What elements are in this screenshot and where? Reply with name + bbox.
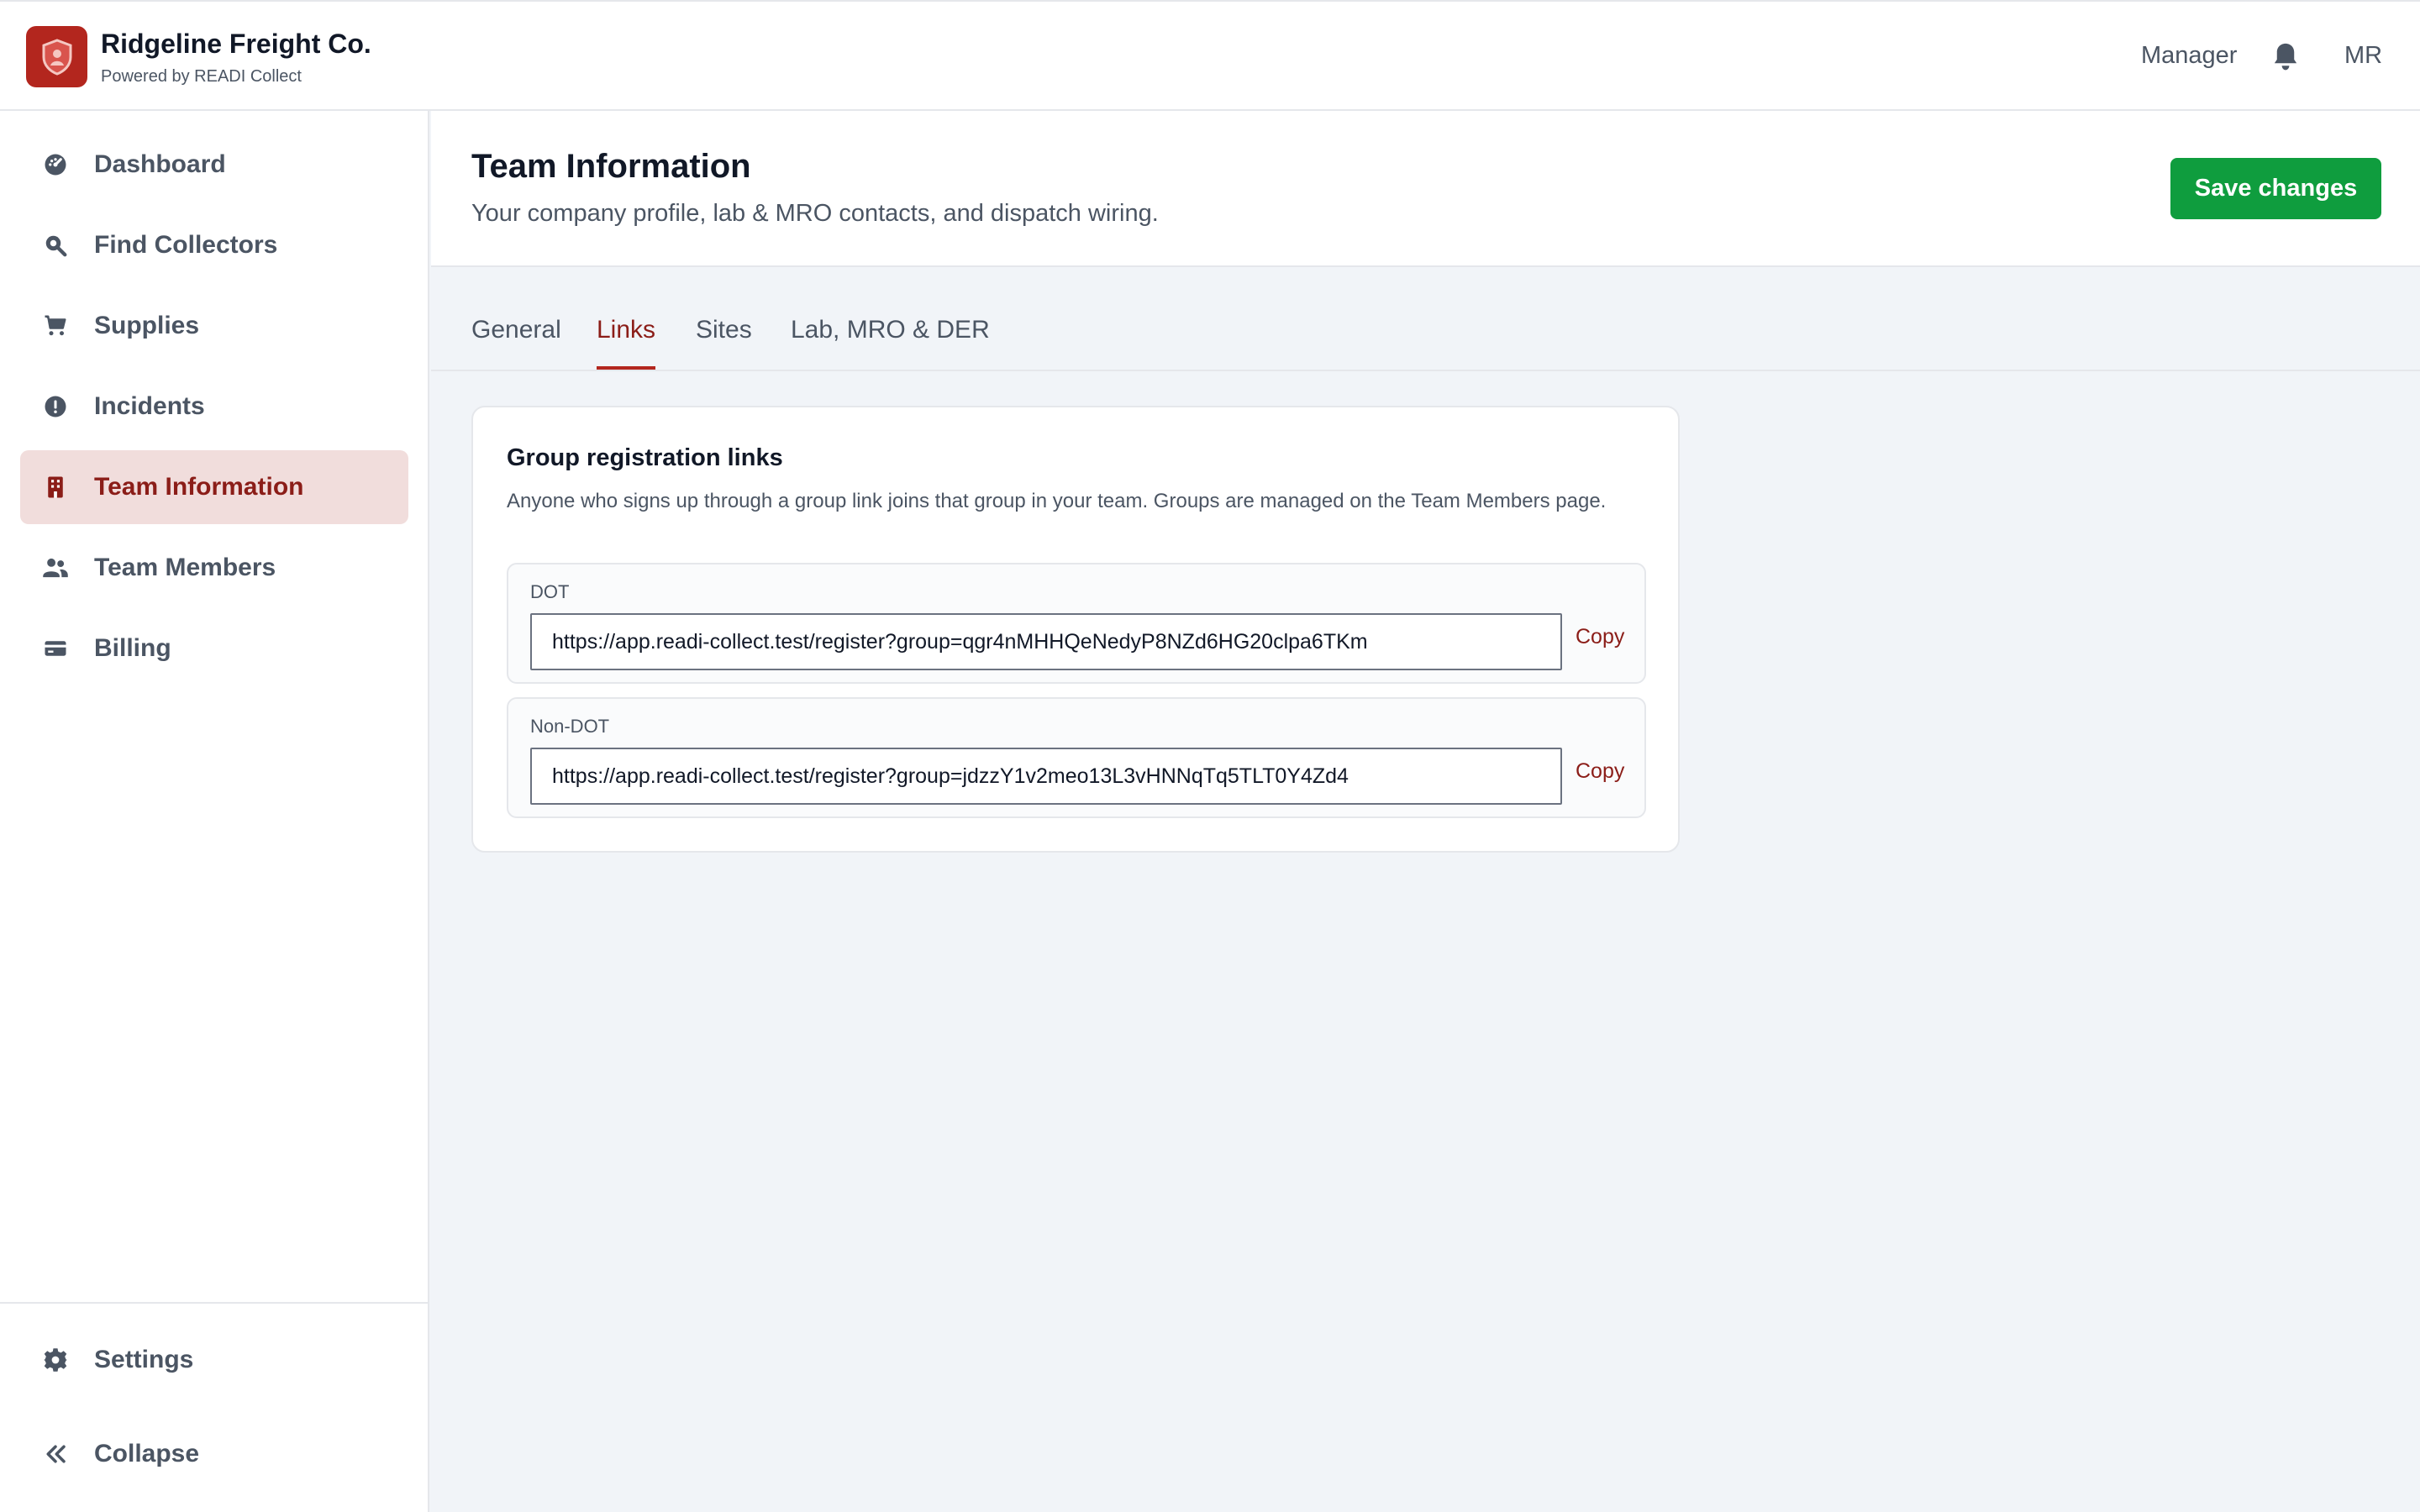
sidebar-item-dashboard[interactable]: Dashboard — [20, 128, 408, 202]
dot-link-group: DOT Copy — [507, 563, 1646, 684]
tab-links[interactable]: Links — [597, 316, 656, 370]
collapse-sidebar-button[interactable]: Collapse — [20, 1417, 408, 1491]
sidebar-item-settings[interactable]: Settings — [20, 1323, 408, 1397]
sidebar: Dashboard Find Collectors Supplies Incid… — [0, 111, 429, 1512]
sidebar-item-label: Incidents — [94, 392, 205, 420]
dashboard-icon — [42, 151, 69, 178]
group-registration-links-card: Group registration links Anyone who sign… — [471, 406, 1680, 853]
tab-bar: General Links Sites Lab, MRO & DER — [431, 267, 2420, 371]
sidebar-item-label: Find Collectors — [94, 231, 278, 259]
powered-by: Powered by READI Collect — [101, 67, 302, 86]
sidebar-divider — [0, 1302, 429, 1304]
gear-icon — [42, 1347, 69, 1373]
settings-label: Settings — [94, 1346, 194, 1373]
sidebar-item-incidents[interactable]: Incidents — [20, 370, 408, 444]
bell-icon[interactable] — [2270, 41, 2301, 73]
copy-dot-link-button[interactable]: Copy — [1576, 625, 1624, 649]
sidebar-item-label: Team Members — [94, 554, 276, 581]
save-changes-button[interactable]: Save changes — [2170, 158, 2381, 219]
role-selector[interactable]: Manager — [2141, 42, 2237, 70]
sidebar-item-team-information[interactable]: Team Information — [20, 450, 408, 524]
dot-link-field[interactable] — [530, 613, 1562, 670]
company-name: Ridgeline Freight Co. — [101, 29, 371, 59]
link-label: Non-DOT — [530, 716, 610, 737]
sidebar-item-label: Team Information — [94, 473, 304, 501]
sidebar-item-team-members[interactable]: Team Members — [20, 531, 408, 605]
shield-logo-icon — [42, 38, 71, 76]
cart-icon — [42, 312, 69, 339]
page-title: Team Information — [471, 148, 751, 185]
page-subtitle: Your company profile, lab & MRO contacts… — [471, 200, 1159, 227]
sidebar-item-billing[interactable]: Billing — [20, 612, 408, 685]
non-dot-link-group: Non-DOT Copy — [507, 697, 1646, 818]
sidebar-item-find-collectors[interactable]: Find Collectors — [20, 208, 408, 282]
sidebar-item-label: Supplies — [94, 312, 200, 339]
card-title: Group registration links — [507, 444, 783, 471]
sidebar-item-label: Billing — [94, 634, 171, 662]
page-header: Team Information Your company profile, l… — [431, 111, 2420, 267]
users-icon — [42, 554, 69, 581]
tab-sites[interactable]: Sites — [696, 316, 752, 370]
top-bar: Ridgeline Freight Co. Powered by READI C… — [0, 0, 2420, 111]
avatar[interactable]: MR — [2344, 42, 2382, 70]
credit-card-icon — [42, 635, 69, 662]
sidebar-item-label: Dashboard — [94, 150, 226, 178]
collapse-label: Collapse — [94, 1440, 200, 1467]
building-icon — [42, 474, 69, 501]
non-dot-link-field[interactable] — [530, 748, 1562, 805]
alert-icon — [42, 393, 69, 420]
sidebar-item-supplies[interactable]: Supplies — [20, 289, 408, 363]
search-icon — [42, 232, 69, 259]
copy-non-dot-link-button[interactable]: Copy — [1576, 759, 1624, 784]
link-label: DOT — [530, 581, 570, 602]
company-logo — [26, 26, 87, 87]
tab-general[interactable]: General — [471, 316, 561, 370]
tab-lab-mro-der[interactable]: Lab, MRO & DER — [791, 316, 990, 370]
chevrons-left-icon — [42, 1441, 69, 1467]
card-description: Anyone who signs up through a group link… — [507, 490, 1607, 512]
